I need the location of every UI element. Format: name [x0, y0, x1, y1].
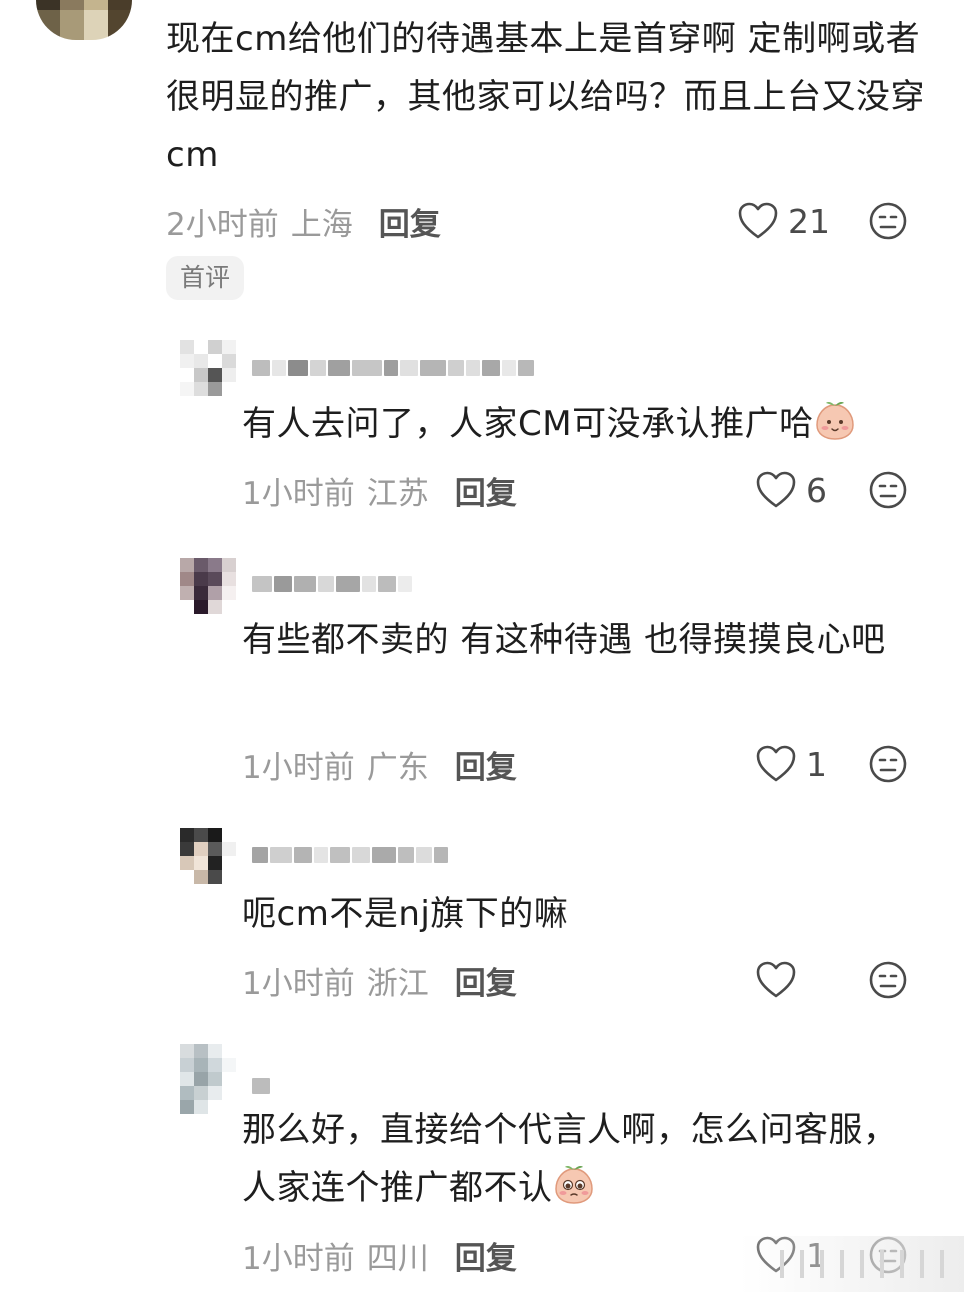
comment-time: 1小时前	[242, 749, 355, 786]
peach-pleading-emoji	[554, 1166, 593, 1204]
comment-meta: 2小时前 上海 回复	[166, 199, 441, 243]
like-count: 6	[806, 470, 827, 510]
comment-text: 有些都不卖的 有这种待遇 也得摸摸良心吧	[242, 620, 886, 660]
comment-text: 呃cm不是nj旗下的嘛	[242, 894, 569, 934]
username-blurred[interactable]	[252, 845, 448, 865]
comment-location: 四川	[366, 1240, 429, 1277]
comment-location: 江苏	[366, 475, 429, 512]
comment-location: 广东	[366, 749, 429, 786]
avatar[interactable]	[180, 340, 236, 396]
avatar[interactable]	[180, 1044, 236, 1114]
meh-face-icon[interactable]	[868, 960, 908, 1000]
comment-time: 1小时前	[242, 475, 355, 512]
reply-button[interactable]: 回复	[379, 199, 441, 244]
comment-text: 有人去问了，人家CM可没承认推广哈	[242, 395, 922, 453]
avatar[interactable]	[180, 828, 236, 884]
comment-time: 2小时前	[166, 206, 279, 243]
meh-face-icon[interactable]	[868, 201, 908, 241]
comment-text: 那么好，直接给个代言人啊，怎么问客服，人家连个推广都不认	[242, 1110, 898, 1208]
heart-outline-icon	[756, 961, 796, 998]
reply-button[interactable]: 回复	[455, 1233, 517, 1278]
comment-location: 上海	[290, 206, 353, 243]
comment-location: 浙江	[366, 965, 429, 1002]
like-button[interactable]: 1	[756, 742, 827, 786]
meh-face-icon[interactable]	[868, 744, 908, 784]
like-button[interactable]: 6	[756, 468, 827, 512]
avatar[interactable]	[180, 558, 236, 614]
comment-text: 现在cm给他们的待遇基本上是首穿啊 定制啊或者很明显的推广，其他家可以给吗？而且…	[166, 19, 925, 175]
like-button[interactable]: 21	[738, 199, 830, 243]
comment-time: 1小时前	[242, 1240, 355, 1277]
comment-meta: 1小时前 浙江 回复	[242, 958, 517, 1002]
heart-outline-icon	[756, 471, 796, 508]
comment-meta: 1小时前 四川 回复	[242, 1233, 517, 1277]
reply-button[interactable]: 回复	[455, 468, 517, 513]
username-blurred[interactable]	[252, 358, 534, 378]
watermark	[740, 1236, 964, 1292]
comment-time: 1小时前	[242, 965, 355, 1002]
meh-face-icon[interactable]	[868, 470, 908, 510]
peach-blush-emoji	[815, 402, 854, 440]
heart-outline-icon	[738, 202, 778, 239]
avatar[interactable]	[36, 0, 132, 40]
like-button[interactable]	[756, 958, 806, 1002]
like-count: 1	[806, 744, 827, 784]
first-comment-badge: 首评	[166, 256, 245, 300]
reply-button[interactable]: 回复	[455, 742, 517, 787]
username-blurred[interactable]	[252, 574, 412, 594]
reply-button[interactable]: 回复	[455, 958, 517, 1003]
like-count: 21	[788, 201, 830, 241]
username-blurred[interactable]	[252, 1076, 270, 1096]
heart-outline-icon	[756, 745, 796, 782]
comment-meta: 1小时前 江苏 回复	[242, 468, 517, 512]
comment-meta: 1小时前 广东 回复	[242, 742, 517, 786]
